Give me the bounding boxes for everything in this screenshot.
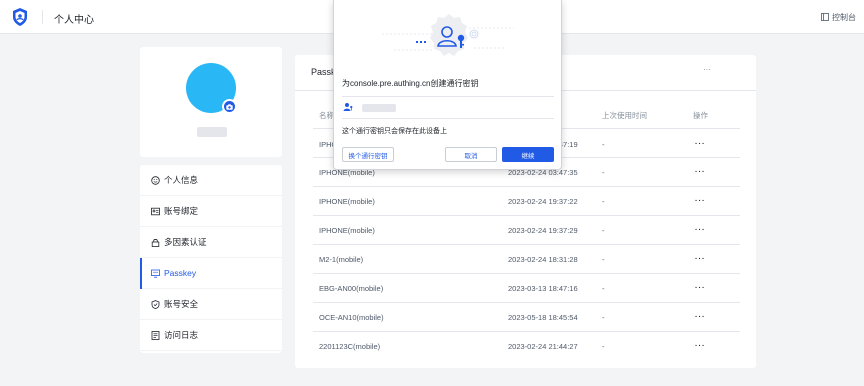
- sidebar-item-label: 个人信息: [164, 175, 199, 185]
- row-more-button[interactable]: ···: [695, 225, 706, 234]
- column-header-ops: 操作: [693, 111, 708, 120]
- row-created: 2023-02-24 21:44:27: [508, 342, 578, 351]
- continue-button[interactable]: 继续: [502, 147, 554, 162]
- row-more-button[interactable]: ···: [695, 341, 706, 350]
- row-name: EBG-AN00(mobile): [319, 284, 384, 293]
- shield-icon: [150, 299, 160, 309]
- row-last-used: -: [602, 313, 605, 322]
- row-name: M2-1(mobile): [319, 255, 364, 264]
- create-passkey-dialog: 为console.pre.authing.cn创建通行密钥 这个通行密钥只会保存…: [333, 0, 562, 170]
- smile-icon: [150, 175, 160, 185]
- sidebar-item-profile[interactable]: 个人信息: [140, 165, 282, 196]
- console-icon: [821, 12, 829, 23]
- username-redacted: [197, 127, 227, 137]
- camera-icon[interactable]: [222, 99, 237, 114]
- row-more-button[interactable]: ···: [695, 283, 706, 292]
- row-last-used: -: [602, 342, 605, 351]
- sidebar-item-label: Passkey: [164, 268, 197, 278]
- sidebar-item-label: 账号安全: [164, 299, 199, 309]
- row-divider: [313, 186, 740, 187]
- row-more-button[interactable]: ···: [695, 139, 706, 148]
- row-created: 2023-03-13 18:47:16: [508, 284, 578, 293]
- row-divider: [313, 331, 740, 332]
- row-created: 2023-02-24 19:37:29: [508, 226, 578, 235]
- row-last-used: -: [602, 226, 605, 235]
- row-last-used: -: [602, 168, 605, 177]
- row-created: 2023-05-18 18:45:54: [508, 313, 578, 322]
- row-more-button[interactable]: ···: [695, 254, 706, 263]
- row-divider: [313, 273, 740, 274]
- sidebar-item-account-binding[interactable]: 账号绑定: [140, 196, 282, 227]
- row-name: OCE-AN10(mobile): [319, 313, 384, 322]
- profile-card: [140, 47, 282, 157]
- sidebar-item-label: 多因素认证: [164, 237, 207, 247]
- change-passkey-button[interactable]: 换个通行密钥: [342, 147, 394, 162]
- cancel-button[interactable]: 取消: [445, 147, 497, 162]
- row-last-used: -: [602, 284, 605, 293]
- row-divider: [313, 302, 740, 303]
- sidebar-item-access-log[interactable]: 访问日志: [140, 320, 282, 351]
- row-name: 2201123C(mobile): [319, 342, 381, 351]
- row-divider: [313, 215, 740, 216]
- sidebar-item-label: 访问日志: [164, 330, 199, 340]
- sidebar-item-account-security[interactable]: 账号安全: [140, 289, 282, 320]
- column-header-last-used: 上次使用时间: [602, 111, 647, 120]
- sidebar-item-label: 账号绑定: [164, 206, 199, 216]
- sidebar-nav: 个人信息 账号绑定 多因素认证 Passkey 账号安全 访问日志: [140, 165, 282, 353]
- user-key-icon: [343, 102, 353, 112]
- sidebar-item-mfa[interactable]: 多因素认证: [140, 227, 282, 258]
- account-name-redacted: [362, 104, 396, 112]
- sidebar-item-passkey[interactable]: Passkey: [140, 258, 282, 289]
- lock-icon: [150, 237, 160, 247]
- console-label: 控制台: [832, 13, 856, 22]
- row-more-button[interactable]: ···: [695, 196, 706, 205]
- row-last-used: -: [602, 197, 605, 206]
- page-title: 个人中心: [54, 15, 94, 26]
- row-more-button[interactable]: ···: [695, 312, 706, 321]
- dialog-title: 为console.pre.authing.cn创建通行密钥: [342, 79, 479, 88]
- row-more-button[interactable]: ···: [695, 167, 706, 176]
- dialog-note: 这个通行密钥只会保存在此设备上: [342, 128, 447, 135]
- shield-logo-icon[interactable]: [10, 7, 30, 27]
- id-card-icon: [150, 206, 160, 216]
- log-icon: [150, 330, 160, 340]
- row-last-used: -: [602, 255, 605, 264]
- row-created: 2023-02-24 19:37:22: [508, 197, 578, 206]
- row-divider: [313, 244, 740, 245]
- console-link[interactable]: 控制台: [821, 12, 856, 23]
- header-divider: [42, 10, 43, 24]
- passkey-illustration: [374, 8, 524, 68]
- row-name: IPHONE(mobile): [319, 197, 375, 206]
- column-header-name: 名称: [319, 111, 334, 120]
- dialog-divider: [342, 96, 554, 97]
- monitor-icon: [150, 268, 160, 278]
- row-created: 2023-02-24 18:31:28: [508, 255, 578, 264]
- row-last-used: -: [602, 140, 605, 149]
- row-name: IPHONE(mobile): [319, 226, 375, 235]
- card-more-menu[interactable]: ···: [703, 65, 711, 74]
- dialog-divider: [342, 118, 554, 119]
